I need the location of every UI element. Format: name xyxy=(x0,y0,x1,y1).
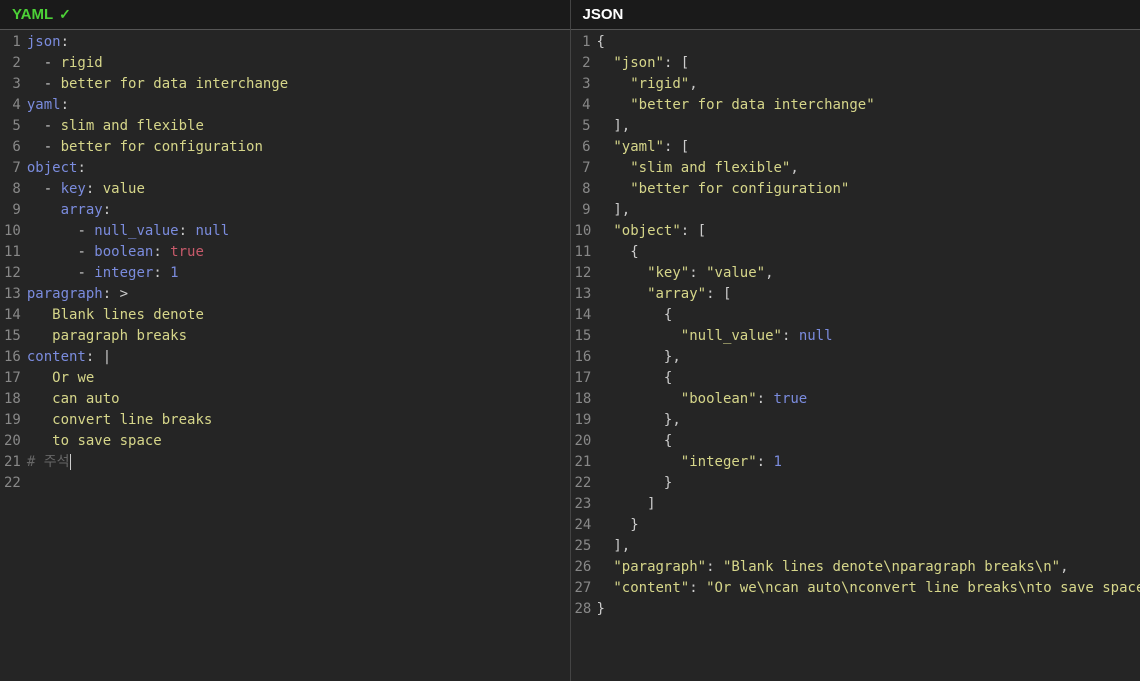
code-line[interactable]: "slim and flexible", xyxy=(597,158,1140,179)
code-line[interactable]: convert line breaks xyxy=(27,410,570,431)
json-gutter: 1234567891011121314151617181920212223242… xyxy=(571,32,597,681)
code-line[interactable]: paragraph breaks xyxy=(27,326,570,347)
code-line[interactable]: - slim and flexible xyxy=(27,116,570,137)
code-line[interactable]: "yaml": [ xyxy=(597,137,1140,158)
code-line[interactable]: { xyxy=(597,431,1140,452)
code-line[interactable]: - rigid xyxy=(27,53,570,74)
code-line[interactable]: content: | xyxy=(27,347,570,368)
code-line[interactable]: "integer": 1 xyxy=(597,452,1140,473)
code-line[interactable]: { xyxy=(597,368,1140,389)
yaml-title: YAML xyxy=(12,6,53,23)
code-line[interactable]: "json": [ xyxy=(597,53,1140,74)
code-line[interactable]: "better for configuration" xyxy=(597,179,1140,200)
code-line[interactable]: { xyxy=(597,305,1140,326)
code-line[interactable]: Or we xyxy=(27,368,570,389)
code-line[interactable]: }, xyxy=(597,410,1140,431)
code-line[interactable]: ], xyxy=(597,116,1140,137)
split-container: YAML ✓ 123456789101112131415161718192021… xyxy=(0,0,1140,681)
code-line[interactable]: "content": "Or we\ncan auto\nconvert lin… xyxy=(597,578,1140,599)
code-line[interactable]: ] xyxy=(597,494,1140,515)
yaml-gutter: 12345678910111213141516171819202122 xyxy=(0,32,27,681)
code-line[interactable]: - key: value xyxy=(27,179,570,200)
code-line[interactable]: }, xyxy=(597,347,1140,368)
code-line[interactable]: yaml: xyxy=(27,95,570,116)
code-line[interactable]: - integer: 1 xyxy=(27,263,570,284)
code-line[interactable]: # 주석 xyxy=(27,452,570,473)
code-line[interactable]: object: xyxy=(27,158,570,179)
code-line[interactable]: } xyxy=(597,599,1140,620)
code-line[interactable]: "boolean": true xyxy=(597,389,1140,410)
text-cursor xyxy=(70,454,71,470)
code-line[interactable]: "paragraph": "Blank lines denote\nparagr… xyxy=(597,557,1140,578)
code-line[interactable]: can auto xyxy=(27,389,570,410)
yaml-pane: YAML ✓ 123456789101112131415161718192021… xyxy=(0,0,571,681)
yaml-editor[interactable]: 12345678910111213141516171819202122 json… xyxy=(0,30,570,681)
json-title: JSON xyxy=(583,6,624,23)
code-line[interactable]: ], xyxy=(597,536,1140,557)
code-line[interactable]: "null_value": null xyxy=(597,326,1140,347)
json-code[interactable]: { "json": [ "rigid", "better for data in… xyxy=(597,32,1140,681)
code-line[interactable]: paragraph: > xyxy=(27,284,570,305)
code-line[interactable]: Blank lines denote xyxy=(27,305,570,326)
code-line[interactable]: "key": "value", xyxy=(597,263,1140,284)
json-editor[interactable]: 1234567891011121314151617181920212223242… xyxy=(571,30,1140,681)
code-line[interactable]: to save space xyxy=(27,431,570,452)
json-header: JSON xyxy=(571,0,1140,30)
check-icon: ✓ xyxy=(59,6,71,23)
code-line[interactable]: array: xyxy=(27,200,570,221)
code-line[interactable]: } xyxy=(597,515,1140,536)
code-line[interactable]: "rigid", xyxy=(597,74,1140,95)
code-line[interactable]: ], xyxy=(597,200,1140,221)
code-line[interactable]: "object": [ xyxy=(597,221,1140,242)
json-pane: JSON 12345678910111213141516171819202122… xyxy=(571,0,1140,681)
code-line[interactable]: json: xyxy=(27,32,570,53)
code-line[interactable]: } xyxy=(597,473,1140,494)
yaml-header: YAML ✓ xyxy=(0,0,570,30)
yaml-code[interactable]: json: - rigid - better for data intercha… xyxy=(27,32,570,681)
code-line[interactable]: { xyxy=(597,32,1140,53)
code-line[interactable]: - better for configuration xyxy=(27,137,570,158)
code-line[interactable]: { xyxy=(597,242,1140,263)
code-line[interactable]: - null_value: null xyxy=(27,221,570,242)
code-line[interactable]: "better for data interchange" xyxy=(597,95,1140,116)
code-line[interactable]: "array": [ xyxy=(597,284,1140,305)
code-line[interactable]: - boolean: true xyxy=(27,242,570,263)
code-line[interactable]: - better for data interchange xyxy=(27,74,570,95)
